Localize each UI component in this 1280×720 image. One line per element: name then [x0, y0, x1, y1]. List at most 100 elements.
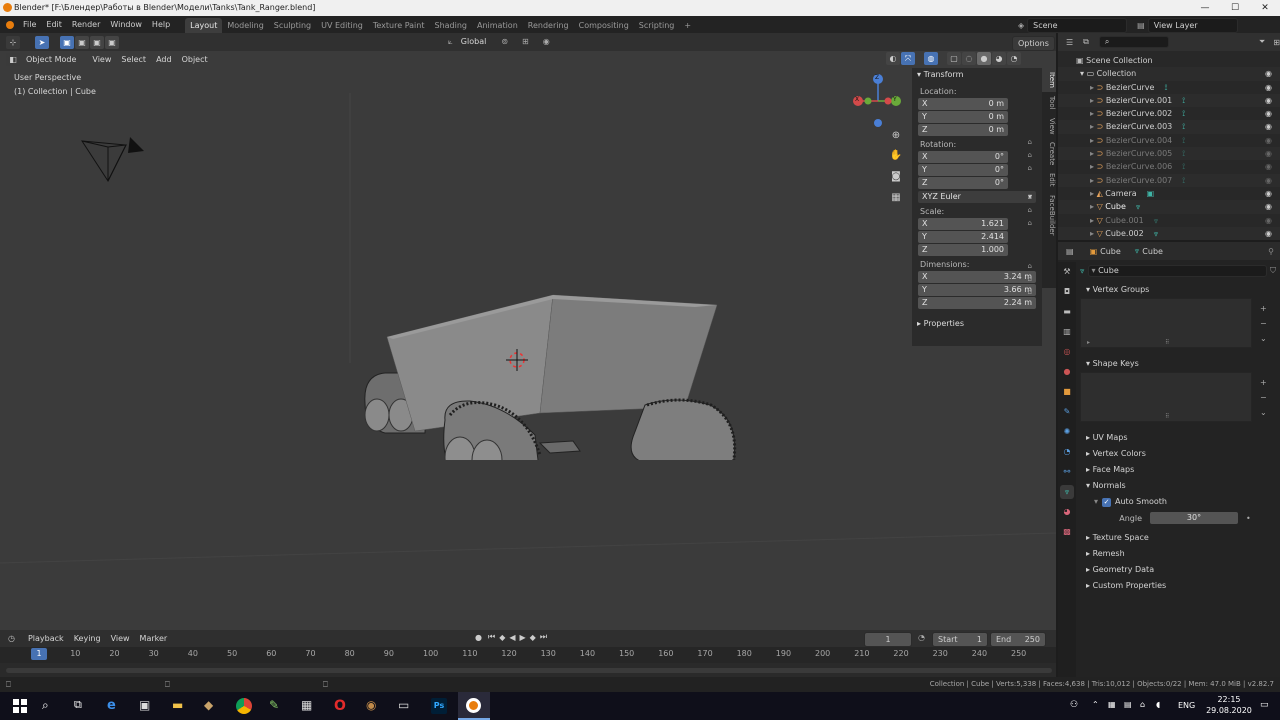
viewport-menu-add[interactable]: Add: [151, 53, 177, 66]
tab-sculpting[interactable]: Sculpting: [269, 18, 316, 33]
solid-shading-icon[interactable]: ●: [977, 52, 991, 65]
tab-scripting[interactable]: Scripting: [634, 18, 680, 33]
transform-panel-header[interactable]: ▾ Transform: [912, 68, 1042, 82]
viewport-menu-object[interactable]: Object: [177, 53, 213, 66]
object-properties-tab-icon[interactable]: ■: [1060, 385, 1074, 399]
outliner-item[interactable]: ▸ ⊃ BezierCurve.007 ⟟ ◉: [1058, 173, 1280, 187]
network-icon[interactable]: ⌂: [1140, 700, 1145, 709]
outliner-item[interactable]: ▸ ⊃ BezierCurve.006 ⟟ ◉: [1058, 160, 1280, 174]
normals-header[interactable]: ▾ Normals: [1080, 478, 1276, 494]
render-properties-tab-icon[interactable]: ◘: [1060, 285, 1074, 299]
lock-rotation-z-icon[interactable]: ⌂: [1028, 219, 1032, 227]
language-indicator[interactable]: ENG: [1178, 701, 1195, 710]
new-collection-icon[interactable]: ⊞: [1273, 38, 1280, 47]
tray-icon[interactable]: ▤: [1124, 700, 1132, 709]
viewport-menu-select[interactable]: Select: [116, 53, 151, 66]
tank-model[interactable]: [355, 255, 745, 460]
lock-location-x-icon[interactable]: ⌂: [1028, 138, 1032, 146]
visibility-eye-icon[interactable]: ◉: [1265, 187, 1272, 200]
edge-browser-icon[interactable]: e: [107, 698, 123, 714]
outliner-item[interactable]: ▸ ◭ Camera ▣ ◉: [1058, 186, 1280, 201]
tab-layout[interactable]: Layout: [185, 18, 223, 33]
notifications-icon[interactable]: ▭: [1260, 700, 1269, 710]
object-data-icon[interactable]: ⩔: [1136, 202, 1141, 211]
timeline-menu-playback[interactable]: Playback: [23, 632, 69, 645]
object-data-icon[interactable]: ⟟: [1182, 149, 1185, 158]
outliner-item[interactable]: ▸ ▽ Cube ⩔ ◉: [1058, 200, 1280, 214]
rotation-mode-dropdown[interactable]: XYZ Euler ▾: [918, 191, 1036, 203]
tab-rendering[interactable]: Rendering: [523, 18, 574, 33]
select-tool-icon[interactable]: ➤: [35, 35, 49, 49]
shape-key-menu-icon[interactable]: ⌄: [1260, 405, 1267, 420]
outliner-filter-icon[interactable]: ⏷: [1259, 37, 1265, 47]
visibility-eye-icon[interactable]: ◉: [1265, 120, 1272, 133]
list-resize-handle-icon[interactable]: ⠿: [1165, 413, 1169, 420]
clock-time[interactable]: 22:15: [1211, 695, 1247, 704]
game-app-icon[interactable]: ◉: [366, 698, 382, 714]
select-mode-new-icon[interactable]: ▣: [60, 35, 74, 49]
tab-texture-paint[interactable]: Texture Paint: [368, 18, 430, 33]
geometry-data-header[interactable]: ▸ Geometry Data: [1080, 562, 1276, 578]
object-data-icon[interactable]: ⟟: [1182, 136, 1185, 145]
opera-browser-icon[interactable]: O: [334, 698, 350, 714]
lock-location-z-icon[interactable]: ⌂: [1028, 164, 1032, 172]
lock-scale-x-icon[interactable]: ⌂: [1028, 262, 1032, 270]
jump-end-icon[interactable]: ⏭: [540, 632, 547, 642]
menu-render[interactable]: Render: [67, 16, 105, 33]
sidebar-tab-facebuilder[interactable]: FaceBuilder: [1042, 191, 1056, 240]
play-reverse-icon[interactable]: ◀: [509, 633, 515, 642]
visibility-icon[interactable]: ◐: [886, 52, 900, 65]
timeline-menu-marker[interactable]: Marker: [135, 632, 173, 645]
scene-properties-tab-icon[interactable]: ◎: [1060, 345, 1074, 359]
object-data-icon[interactable]: ⟟: [1182, 162, 1185, 171]
tab-animation[interactable]: Animation: [472, 18, 523, 33]
blender-taskbar-icon[interactable]: [466, 698, 481, 713]
sidebar-tab-edit[interactable]: Edit: [1042, 169, 1056, 191]
output-properties-tab-icon[interactable]: ▬: [1060, 305, 1074, 319]
outliner-item[interactable]: ▸ ⊃ BezierCurve ⟟ ◉: [1058, 80, 1280, 94]
scale-x-field[interactable]: X 1.621: [918, 218, 1008, 230]
remesh-header[interactable]: ▸ Remesh: [1080, 546, 1276, 562]
record-icon[interactable]: ●: [475, 633, 482, 642]
object-data-icon[interactable]: ▣: [1147, 189, 1155, 198]
location-y-field[interactable]: Y0 m: [918, 111, 1008, 123]
object-data-icon[interactable]: ⩔: [1154, 216, 1159, 225]
wireframe-shading-icon[interactable]: ◌: [962, 52, 976, 65]
visibility-eye-icon[interactable]: ◉: [1265, 200, 1272, 213]
remove-vertex-group-icon[interactable]: −: [1260, 316, 1267, 331]
preview-range-icon[interactable]: ◔: [918, 633, 925, 642]
photoshop-icon[interactable]: Ps: [431, 698, 447, 714]
vertex-groups-header[interactable]: ▾ Vertex Groups: [1080, 282, 1276, 298]
visibility-eye-icon[interactable]: ◉: [1265, 227, 1272, 240]
add-vertex-group-icon[interactable]: +: [1260, 301, 1267, 316]
uv-maps-header[interactable]: ▸ UV Maps: [1080, 430, 1276, 446]
app-icon[interactable]: ▦: [301, 698, 317, 714]
face-maps-header[interactable]: ▸ Face Maps: [1080, 462, 1276, 478]
scene-collection-row[interactable]: ▣ Scene Collection: [1058, 54, 1280, 67]
blender-menu-icon[interactable]: [6, 20, 14, 29]
jump-keyframe-back-icon[interactable]: ◆: [499, 633, 505, 642]
constraints-properties-tab-icon[interactable]: ⚯: [1060, 465, 1074, 479]
sidebar-tab-view[interactable]: View: [1042, 114, 1056, 139]
object-data-icon[interactable]: ⟟: [1164, 83, 1167, 92]
vertex-group-menu-icon[interactable]: ⌄: [1260, 331, 1267, 346]
tray-icon[interactable]: ▦: [1108, 700, 1116, 709]
timeline-menu-view[interactable]: View: [106, 632, 135, 645]
options-dropdown[interactable]: Options: [1012, 36, 1055, 51]
location-z-field[interactable]: Z0 m: [918, 124, 1008, 136]
shape-keys-list[interactable]: ⠿: [1080, 372, 1252, 422]
tray-expand-icon[interactable]: ⌃: [1092, 700, 1099, 709]
texture-properties-tab-icon[interactable]: ▩: [1060, 525, 1074, 539]
select-mode-extend-icon[interactable]: ▣: [75, 35, 89, 49]
jump-keyframe-forward-icon[interactable]: ◆: [530, 633, 536, 642]
texture-space-header[interactable]: ▸ Texture Space: [1080, 530, 1276, 546]
pan-hand-icon[interactable]: ✋: [889, 150, 903, 164]
outliner-editor-icon[interactable]: ☰: [1066, 38, 1073, 47]
rotation-y-field[interactable]: Y 0°: [918, 164, 1008, 176]
end-frame-field[interactable]: End 250: [990, 632, 1046, 647]
jump-start-icon[interactable]: ⏮: [488, 632, 495, 642]
angle-keyframe-icon[interactable]: •: [1246, 514, 1251, 523]
people-icon[interactable]: ⚇: [1070, 700, 1078, 710]
scale-z-field[interactable]: Z 1.000: [918, 244, 1008, 256]
shape-keys-header[interactable]: ▾ Shape Keys: [1080, 356, 1276, 372]
